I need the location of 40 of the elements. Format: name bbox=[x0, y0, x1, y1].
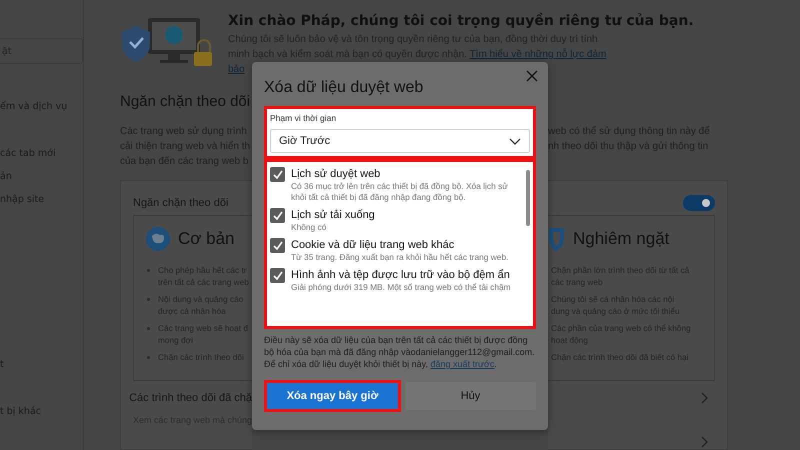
checkbox[interactable] bbox=[270, 268, 285, 283]
checkbox[interactable] bbox=[270, 208, 285, 223]
option-description: Có 36 mục trở lên trên các thiết bị đã đồng bộ. Xóa lịch sử khỏi tất cả thiết bị đã đăng nhập đang đồng bộ. bbox=[291, 181, 509, 203]
sign-out-link[interactable]: đăng xuất trước bbox=[430, 359, 494, 369]
close-button[interactable] bbox=[524, 68, 540, 84]
close-icon bbox=[526, 70, 538, 82]
bullet-icon bbox=[147, 298, 150, 301]
bullet-icon bbox=[147, 327, 150, 330]
checkbox[interactable] bbox=[270, 238, 285, 253]
learn-more-link[interactable]: bảo bbox=[228, 64, 245, 75]
level-title: Nghiêm ngặt bbox=[573, 229, 670, 249]
clear-now-button[interactable]: Xóa ngay bây giờ bbox=[267, 383, 398, 409]
bullet-icon bbox=[147, 269, 150, 272]
bullet-icon bbox=[147, 356, 150, 359]
globe-icon bbox=[146, 227, 170, 251]
option-description: Không có bbox=[291, 222, 328, 233]
cancel-button[interactable]: Hủy bbox=[405, 382, 536, 410]
checkmark-icon bbox=[272, 270, 284, 281]
scrollbar-thumb[interactable] bbox=[526, 170, 530, 226]
chevron-right-icon bbox=[700, 391, 709, 405]
checkbox[interactable] bbox=[270, 167, 285, 182]
option-description: Từ 35 trang. Đăng xuất bạn ra khỏi hầu hết các trang web. bbox=[291, 252, 508, 263]
shield-icon bbox=[548, 227, 565, 251]
checkmark-icon bbox=[272, 210, 284, 221]
option-label: Cookie và dữ liệu trang web khác bbox=[291, 238, 456, 252]
chevron-right-icon bbox=[700, 435, 709, 449]
toggle-switch[interactable] bbox=[683, 195, 715, 211]
option-label: Hình ảnh và tệp được lưu trữ vào bộ đệm ẩn bbox=[291, 268, 511, 282]
option-description: Giải phóng dưới 319 MB. Một số trang web có thể tải chậm bbox=[291, 282, 511, 293]
checkmark-icon bbox=[272, 169, 284, 180]
option-label: Lịch sử tải xuống bbox=[291, 208, 375, 222]
dialog-note: Điều này sẽ xóa dữ liệu của bạn trên tất cả các thiết bị được đồng bộ hóa của bạn mà đã đăng nhập vàodanielangger112@gmail.com. Để chỉ xóa dữ liệu duyệt khỏi thiết bị này, đăng xuất trước. bbox=[264, 334, 536, 370]
dialog-title: Xóa dữ liệu duyệt web bbox=[264, 79, 424, 97]
option-label: Lịch sử duyệt web bbox=[291, 167, 382, 181]
field-label: Phạm vi thời gian bbox=[270, 113, 338, 123]
level-title: Cơ bản bbox=[178, 229, 235, 249]
checkmark-icon bbox=[272, 240, 284, 251]
time-range-dropdown[interactable]: Giờ Trước bbox=[270, 129, 530, 153]
dropdown-value: Giờ Trước bbox=[279, 135, 330, 147]
chevron-down-icon bbox=[509, 138, 521, 144]
